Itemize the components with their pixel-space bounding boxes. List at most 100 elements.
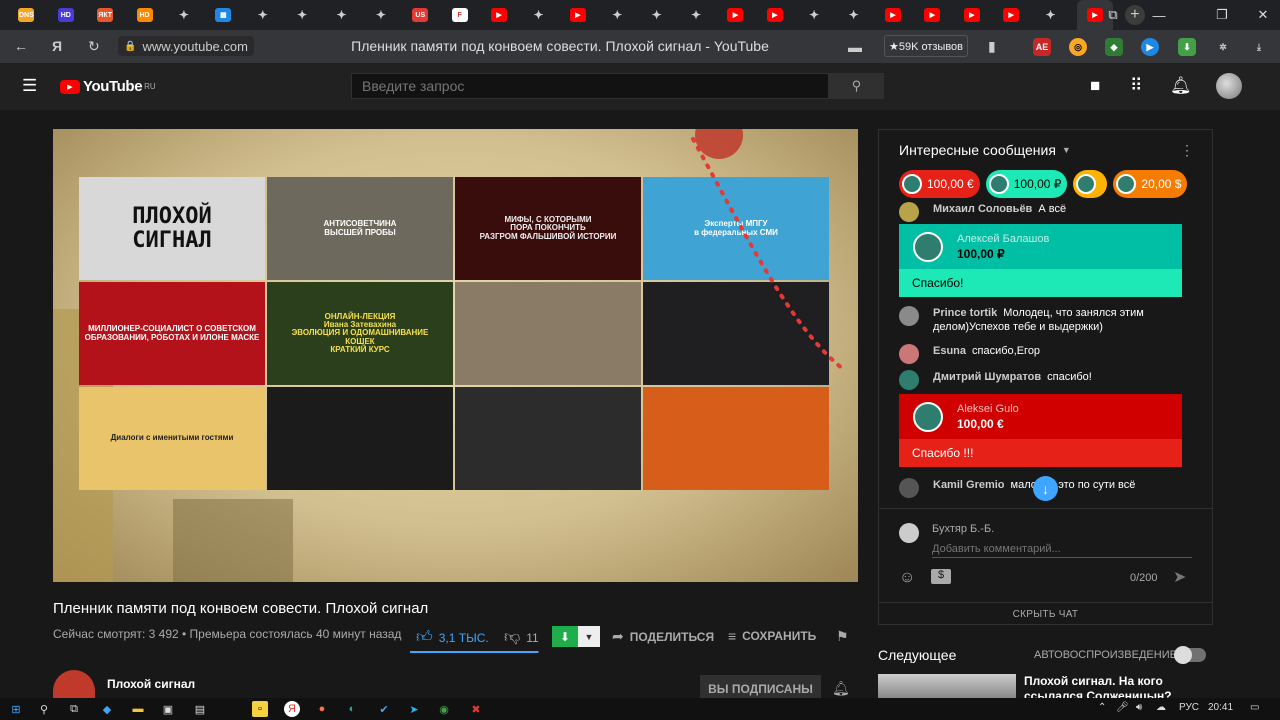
browser-tab[interactable]: ✦ [801, 2, 827, 28]
telegram-icon[interactable]: ➤ [406, 701, 422, 717]
file-explorer-icon[interactable]: ▬ [130, 701, 146, 717]
defender-icon[interactable]: ◆ [99, 701, 115, 717]
message-author[interactable]: Kamil Gremio [933, 479, 1005, 491]
channel-avatar[interactable] [53, 670, 95, 698]
superchat-chip[interactable]: 100,00 ₽ [985, 170, 1068, 198]
browser-tab[interactable]: ▶ [722, 2, 748, 28]
share-button[interactable]: ➦ ПОДЕЛИТЬСЯ [612, 628, 714, 645]
minimize-icon[interactable]: — [1142, 0, 1176, 30]
browser-tab[interactable]: ✦ [1038, 2, 1064, 28]
browser-tab[interactable]: ✦ [329, 2, 355, 28]
yandex-icon[interactable]: Я [52, 38, 62, 54]
notifications-icon[interactable]: ▭ [1250, 702, 1259, 713]
next-video-thumbnail[interactable] [878, 674, 1016, 698]
browser-tab[interactable]: ▶ [959, 2, 985, 28]
like-button[interactable]: 👍︎ 3,1 ТЫС. [416, 628, 489, 647]
download-button[interactable]: ⬇ ▼ [552, 626, 600, 647]
clock[interactable]: 20:41 [1208, 702, 1233, 713]
reviews-button[interactable]: ★59K отзывов [884, 35, 968, 57]
next-video-title[interactable]: Плохой сигнал. На кого ссылался Солжениц… [1024, 674, 1204, 698]
browser-tab[interactable]: ✦ [525, 2, 551, 28]
browser-tab[interactable]: ✦ [644, 2, 670, 28]
message-author[interactable]: Михаил Соловьёв [933, 203, 1032, 215]
account-avatar[interactable] [1216, 73, 1242, 99]
video-player[interactable]: ПЛОХОЙ СИГНАЛ АНТИСОВЕТЧИНА ВЫСШЕЙ ПРОБЫ М… [53, 129, 858, 582]
download-dropdown-icon[interactable]: ▼ [578, 626, 600, 647]
tab-search-icon[interactable]: ⧉ [1096, 0, 1130, 30]
browser-tab[interactable]: ✦ [604, 2, 630, 28]
browser-tab[interactable]: ✦ [171, 2, 197, 28]
scroll-to-bottom-button[interactable]: ↓ [1033, 476, 1058, 501]
browser-tab[interactable]: HD [53, 2, 79, 28]
browser-tab[interactable]: ▶ [880, 2, 906, 28]
superchat-chip[interactable]: 20,00 $ [1113, 170, 1188, 198]
adblock-extension-icon[interactable]: AE [1033, 38, 1051, 56]
close-icon[interactable]: ✕ [1246, 0, 1280, 30]
browser-tab[interactable]: ЯКТ [92, 2, 118, 28]
message-author[interactable]: Prince tortik [933, 307, 997, 319]
browser-tab[interactable]: ✦ [250, 2, 276, 28]
report-button[interactable]: ⚑ [836, 628, 849, 645]
microphone-icon[interactable]: 🎤︎ [1116, 702, 1129, 713]
notes-app-icon[interactable]: ▫ [252, 701, 268, 717]
browser-tab[interactable]: F [447, 2, 473, 28]
volume-icon[interactable]: 🔊︎ [1136, 702, 1142, 713]
notifications-bell-icon[interactable]: 🔔︎ [1170, 76, 1192, 96]
media-extension-icon[interactable]: ▶ [1141, 38, 1159, 56]
chat-bubble-icon[interactable]: ▬ [848, 39, 862, 55]
browser-tab[interactable]: US [407, 2, 433, 28]
search-icon[interactable]: ⚲ [36, 701, 52, 717]
reload-icon[interactable]: ↻ [88, 38, 100, 55]
whatsapp-icon[interactable]: ◉ [436, 701, 452, 717]
extension-icon[interactable]: ◎ [1069, 38, 1087, 56]
superchat-chip[interactable]: 100,00 € [899, 170, 980, 198]
extensions-puzzle-icon[interactable]: ✲ [1214, 38, 1232, 56]
yandex-browser-icon[interactable]: Я [284, 701, 300, 717]
apps-grid-icon[interactable]: ⠿ [1130, 76, 1142, 96]
browser-tab[interactable]: ▦ [210, 2, 236, 28]
superchat-money-icon[interactable]: $ [931, 569, 951, 584]
comment-input[interactable] [932, 540, 1192, 558]
todo-icon[interactable]: ✔ [376, 701, 392, 717]
autoplay-toggle[interactable] [1174, 646, 1206, 664]
more-options-icon[interactable]: ⋮ [1180, 142, 1194, 159]
hide-chat-button[interactable]: СКРЫТЬ ЧАТ [879, 602, 1212, 626]
shield-extension-icon[interactable]: ◆ [1105, 38, 1123, 56]
search-input[interactable] [351, 73, 829, 99]
superchat-author[interactable]: Алексей Балашов [957, 233, 1049, 245]
onedrive-cloud-icon[interactable]: ☁ [1156, 702, 1166, 713]
edge-icon[interactable]: ◐ [344, 701, 360, 717]
emoji-icon[interactable]: ☺ [899, 569, 915, 587]
browser-tab[interactable]: ▶ [762, 2, 788, 28]
chevron-up-icon[interactable]: ⌃ [1098, 702, 1106, 713]
language-indicator[interactable]: РУС [1179, 702, 1199, 713]
browser-tab[interactable]: HD [132, 2, 158, 28]
browser-tab[interactable]: ✦ [683, 2, 709, 28]
search-button[interactable]: ⚲ [829, 73, 884, 99]
browser-tab[interactable]: ▶ [919, 2, 945, 28]
firefox-icon[interactable]: ● [314, 701, 330, 717]
message-author[interactable]: Дмитрий Шумратов [933, 371, 1041, 383]
save-button[interactable]: ≡ СОХРАНИТЬ [728, 628, 816, 644]
browser-tab[interactable]: ✦ [368, 2, 394, 28]
browser-tab[interactable]: ✦ [289, 2, 315, 28]
youtube-logo[interactable]: ▶ YouTube RU [60, 78, 156, 95]
channel-name[interactable]: Плохой сигнал [107, 677, 195, 691]
create-video-icon[interactable]: ■ [1090, 76, 1100, 96]
windows-start-icon[interactable]: ⊞ [8, 701, 24, 717]
browser-tab[interactable]: ✦ [841, 2, 867, 28]
bookmark-icon[interactable]: ▮ [988, 38, 996, 55]
message-author[interactable]: Esuna [933, 345, 966, 357]
back-icon[interactable]: ← [14, 38, 28, 54]
download-extension-icon[interactable]: ⬇ [1178, 38, 1196, 56]
network-app-icon[interactable]: ▤ [192, 701, 208, 717]
superchat-author[interactable]: Aleksei Gulo [957, 403, 1019, 415]
task-view-icon[interactable]: ⧉ [66, 701, 82, 717]
browser-tab[interactable]: DNS [13, 2, 39, 28]
send-icon[interactable]: ➤ [1173, 567, 1186, 587]
url-field[interactable]: 🔒 www.youtube.com [118, 36, 254, 56]
menu-icon[interactable]: ☰ [22, 76, 37, 96]
browser-tab[interactable]: ▶ [565, 2, 591, 28]
dislike-button[interactable]: 👎︎ 11 [504, 628, 539, 647]
app-icon[interactable]: ✖ [468, 701, 484, 717]
